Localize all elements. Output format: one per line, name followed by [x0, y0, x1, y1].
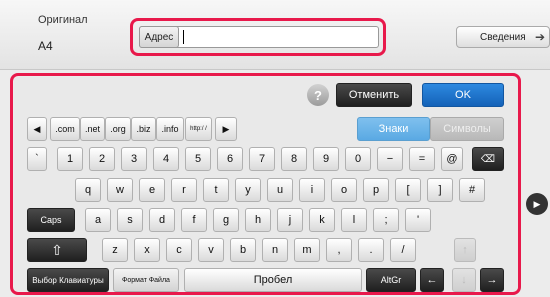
key[interactable]: 4	[153, 147, 179, 171]
nav-right-button[interactable]: ▶	[215, 117, 237, 141]
key[interactable]: b	[230, 238, 256, 262]
caps-button[interactable]: Caps	[27, 208, 75, 232]
backspace-icon[interactable]: ⌫	[472, 147, 504, 171]
shift-icon[interactable]: ⇧	[27, 238, 87, 262]
domain-key[interactable]: .com	[50, 117, 80, 141]
domain-key[interactable]: .info	[156, 117, 184, 141]
key[interactable]: [	[395, 178, 421, 202]
domain-key[interactable]: http:/ /	[185, 117, 212, 141]
key[interactable]: 0	[345, 147, 371, 171]
key[interactable]: d	[149, 208, 175, 232]
key[interactable]: l	[341, 208, 367, 232]
key[interactable]: 1	[57, 147, 83, 171]
key[interactable]: `	[27, 147, 47, 171]
left-arrow-icon[interactable]: ←	[420, 268, 444, 292]
key[interactable]: r	[171, 178, 197, 202]
key[interactable]: 6	[217, 147, 243, 171]
arrow-right-icon: ➔	[535, 30, 546, 44]
ok-button[interactable]: OK	[422, 83, 504, 107]
altgr-key[interactable]: AltGr	[366, 268, 416, 292]
key[interactable]: j	[277, 208, 303, 232]
key[interactable]: .	[358, 238, 384, 262]
key[interactable]: x	[134, 238, 160, 262]
key[interactable]: k	[309, 208, 335, 232]
key[interactable]: o	[331, 178, 357, 202]
key[interactable]: '	[405, 208, 431, 232]
key[interactable]: v	[198, 238, 224, 262]
key[interactable]: −	[377, 147, 403, 171]
info-button[interactable]: Сведения ➔	[456, 26, 550, 48]
key[interactable]: m	[294, 238, 320, 262]
right-arrow-icon[interactable]: →	[480, 268, 504, 292]
symbols-mode-button[interactable]: Символы	[430, 117, 504, 141]
key[interactable]: 3	[121, 147, 147, 171]
key[interactable]: i	[299, 178, 325, 202]
key[interactable]: h	[245, 208, 271, 232]
key[interactable]: w	[107, 178, 133, 202]
key[interactable]: s	[117, 208, 143, 232]
domain-key[interactable]: .biz	[131, 117, 156, 141]
key[interactable]: a	[85, 208, 111, 232]
key[interactable]: ]	[427, 178, 453, 202]
chars-mode-button[interactable]: Знаки	[357, 117, 430, 141]
key[interactable]: ,	[326, 238, 352, 262]
key[interactable]: c	[166, 238, 192, 262]
scroll-right-icon[interactable]: ▶	[526, 193, 548, 215]
key[interactable]: 2	[89, 147, 115, 171]
info-button-label: Сведения	[480, 32, 526, 43]
cancel-button[interactable]: Отменить	[336, 83, 412, 107]
key[interactable]: @	[441, 147, 463, 171]
help-icon[interactable]: ?	[307, 84, 329, 106]
key[interactable]: 8	[281, 147, 307, 171]
address-label: Адрес	[139, 26, 179, 48]
keyboard-select-button[interactable]: Выбор Клавиатуры	[27, 268, 109, 292]
key[interactable]: 5	[185, 147, 211, 171]
domain-key[interactable]: .net	[80, 117, 105, 141]
key[interactable]: p	[363, 178, 389, 202]
key[interactable]: 7	[249, 147, 275, 171]
key[interactable]: t	[203, 178, 229, 202]
key[interactable]: u	[267, 178, 293, 202]
key[interactable]: q	[75, 178, 101, 202]
key[interactable]: 9	[313, 147, 339, 171]
nav-left-button[interactable]: ◀	[27, 117, 47, 141]
space-key[interactable]: Пробел	[184, 268, 362, 292]
key[interactable]: #	[459, 178, 485, 202]
domain-key[interactable]: .org	[105, 117, 131, 141]
key[interactable]: ;	[373, 208, 399, 232]
key[interactable]: e	[139, 178, 165, 202]
file-format-button[interactable]: Формат Файла	[113, 268, 179, 292]
text-cursor	[183, 30, 184, 44]
key[interactable]: n	[262, 238, 288, 262]
down-arrow-icon: ↓	[452, 268, 476, 292]
key[interactable]: =	[409, 147, 435, 171]
key[interactable]: f	[181, 208, 207, 232]
key[interactable]: g	[213, 208, 239, 232]
key[interactable]: z	[102, 238, 128, 262]
key[interactable]: y	[235, 178, 261, 202]
up-arrow-icon: ↑	[454, 238, 476, 262]
key[interactable]: /	[390, 238, 416, 262]
original-label: Оригинал	[38, 14, 88, 26]
original-value: A4	[38, 39, 53, 53]
